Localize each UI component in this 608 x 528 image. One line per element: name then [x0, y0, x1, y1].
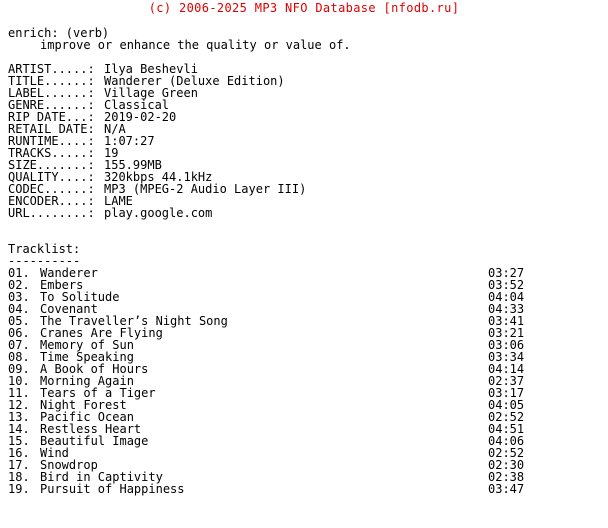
- metadata-row: RUNTIME....: 1:07:27: [8, 135, 600, 147]
- release-metadata-table: ARTIST.....: Ilya Beshevli TITLE......: Wan…: [8, 63, 600, 219]
- nfo-body: enrich: (verb) improve or enhance the qu…: [8, 27, 600, 495]
- metadata-value: MP3 (MPEG-2 Audio Layer III): [104, 182, 307, 196]
- metadata-row: LABEL......: Village Green: [8, 87, 600, 99]
- metadata-value: play.google.com: [104, 206, 213, 220]
- metadata-key: URL........:: [8, 206, 95, 220]
- metadata-row: SIZE.......: 155.99MB: [8, 159, 600, 171]
- metadata-row: ARTIST.....: Ilya Beshevli: [8, 63, 600, 75]
- tracklist-section: Tracklist: ---------- 01. Wanderer 03:27 02…: [8, 243, 600, 495]
- tracklist-rows: 01. Wanderer 03:27 02. Embers 03:52 03. To Soli…: [8, 267, 600, 495]
- metadata-row: ENCODER....: LAME: [8, 195, 600, 207]
- nfo-document: (c) 2006-2025 MP3 NFO Database [nfodb.ru…: [0, 0, 608, 528]
- track-number: 19.: [8, 482, 30, 496]
- metadata-row: CODEC......: MP3 (MPEG-2 Audio Layer III): [8, 183, 600, 195]
- metadata-row: TITLE......: Wanderer (Deluxe Edition): [8, 75, 600, 87]
- metadata-row: GENRE......: Classical: [8, 99, 600, 111]
- metadata-row: RIP DATE...: 2019-02-20: [8, 111, 600, 123]
- track-title: Pursuit of Happiness: [40, 482, 185, 496]
- site-copyright-banner: (c) 2006-2025 MP3 NFO Database [nfodb.ru…: [148, 1, 460, 15]
- metadata-row: RETAIL DATE: N/A: [8, 123, 600, 135]
- metadata-row: URL........: play.google.com: [8, 207, 600, 219]
- definition-meaning: improve or enhance the quality or value …: [40, 38, 351, 52]
- track-row: 19. Pursuit of Happiness 03:47: [8, 483, 592, 495]
- metadata-row: TRACKS.....: 19: [8, 147, 600, 159]
- track-duration: 03:47: [488, 482, 525, 496]
- tracklist-heading: Tracklist:: [8, 242, 81, 256]
